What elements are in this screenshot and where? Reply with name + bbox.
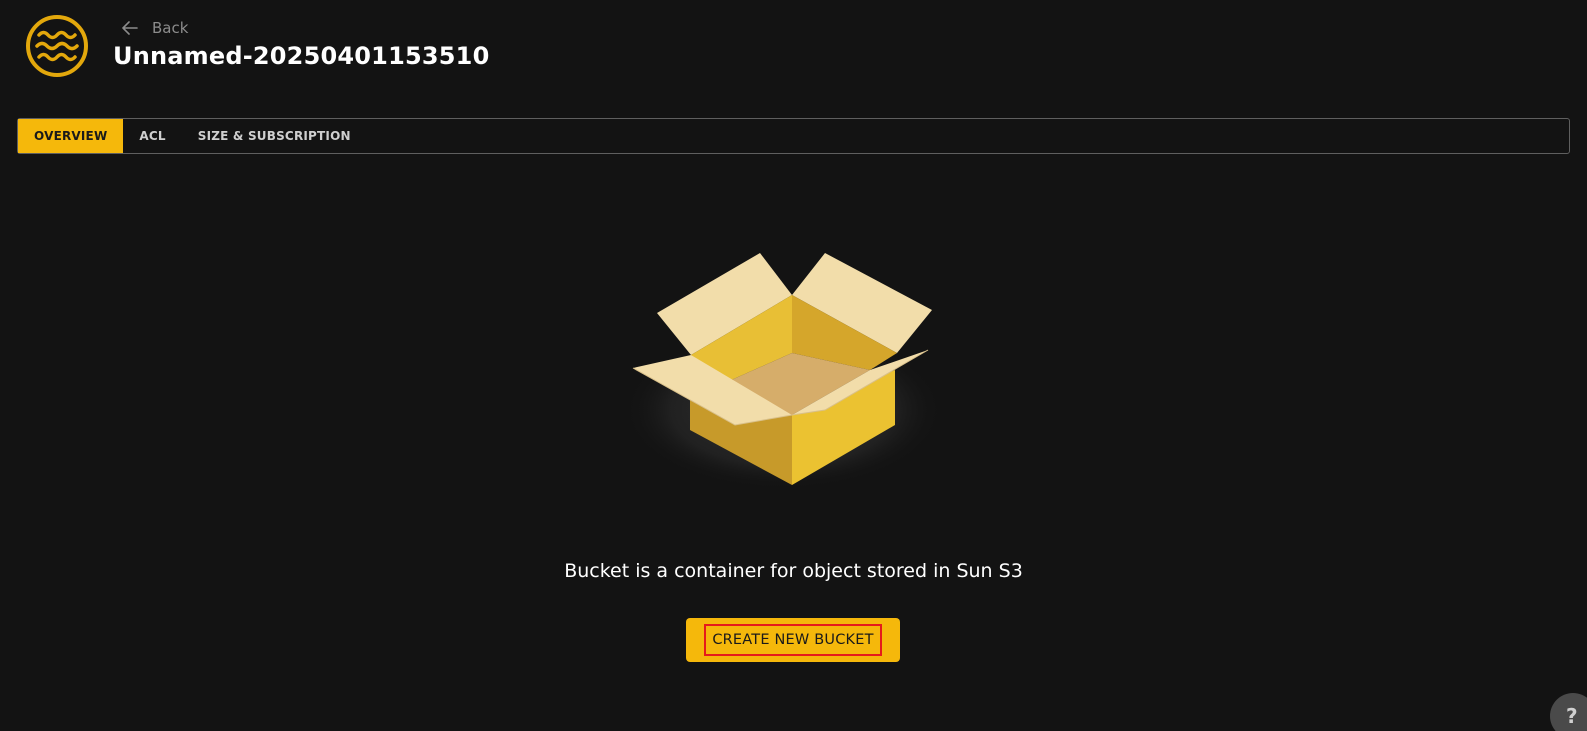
back-label: Back	[152, 19, 189, 37]
tab-acl[interactable]: ACL	[123, 119, 181, 153]
arrow-left-icon	[122, 21, 138, 35]
waves-logo-icon	[26, 15, 88, 77]
back-link[interactable]: Back	[120, 18, 188, 38]
tab-overview[interactable]: OVERVIEW	[18, 119, 124, 153]
help-button[interactable]: ?	[1550, 693, 1587, 731]
page-title: Unnamed-20250401153510	[113, 42, 490, 70]
open-box-illustration	[625, 253, 943, 490]
bucket-page: Back Unnamed-20250401153510 OVERVIEW ACL…	[0, 0, 1587, 731]
create-new-bucket-button[interactable]: CREATE NEW BUCKET	[686, 618, 900, 662]
tab-size-subscription[interactable]: SIZE & SUBSCRIPTION	[182, 119, 367, 153]
tab-bar: OVERVIEW ACL SIZE & SUBSCRIPTION	[17, 118, 1570, 154]
empty-state-message: Bucket is a container for object stored …	[564, 560, 1023, 582]
create-new-bucket-label: CREATE NEW BUCKET	[704, 624, 882, 656]
